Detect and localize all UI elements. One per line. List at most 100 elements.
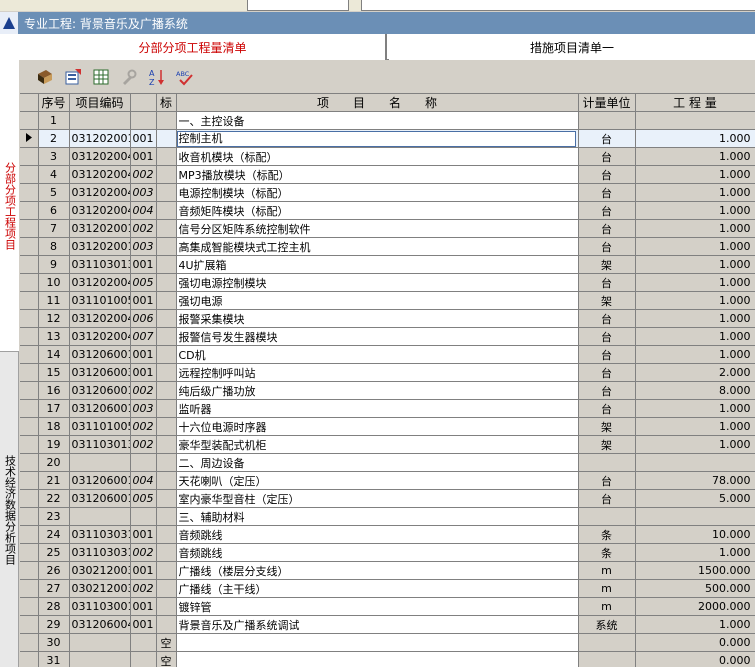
row-indicator[interactable] (20, 255, 39, 274)
header-unit[interactable]: 计量单位 (578, 93, 636, 112)
cell-mark[interactable] (156, 111, 177, 130)
cell-qty[interactable] (635, 111, 755, 130)
cell-unit[interactable]: 架 (578, 435, 636, 454)
tab-measures-list[interactable]: 措施项目清单一 (389, 34, 755, 60)
cell-name[interactable]: 广播线（楼层分支线） (176, 561, 579, 580)
cell-seq[interactable]: 18 (38, 417, 70, 436)
cell-name[interactable]: 音频跳线 (176, 543, 579, 562)
cell-code[interactable]: 031103031 (69, 543, 131, 562)
row-indicator[interactable] (20, 165, 39, 184)
table-row[interactable]: 15 031206003 001 远程控制呼叫站台 2.000 (20, 363, 755, 382)
cell-qty[interactable]: 1.000 (635, 147, 755, 166)
cell-seq[interactable]: 10 (38, 273, 70, 292)
cell-unit[interactable]: 台 (578, 219, 636, 238)
cell-seq[interactable]: 14 (38, 345, 70, 364)
cell-seq[interactable]: 13 (38, 327, 70, 346)
cell-nature[interactable]: 001 (130, 363, 157, 382)
cell-seq[interactable]: 1 (38, 111, 70, 130)
row-indicator[interactable] (20, 345, 39, 364)
row-indicator[interactable] (20, 237, 39, 256)
cell-unit[interactable]: 台 (578, 381, 636, 400)
cell-name[interactable]: CD机 (176, 345, 579, 364)
cell-nature[interactable]: 004 (130, 201, 157, 220)
cell-name[interactable]: 天花喇叭（定压） (176, 471, 579, 490)
table-row[interactable]: 13 031202004 007 报警信号发生器模块台 1.000 (20, 327, 755, 346)
side-tab-subitems[interactable]: 分部分项工程项目 (0, 60, 19, 352)
cell-mark[interactable] (156, 597, 177, 616)
table-row[interactable]: 6 031202004 004 音频矩阵模块（标配）台 1.000 (20, 201, 755, 220)
cell-seq[interactable]: 5 (38, 183, 70, 202)
header-name[interactable]: 项 目 名 称 (176, 93, 579, 112)
cell-mark[interactable] (156, 381, 177, 400)
cell-seq[interactable]: 7 (38, 219, 70, 238)
cell-nature[interactable]: 001 (130, 255, 157, 274)
row-indicator[interactable] (20, 273, 39, 292)
cell-unit[interactable]: 台 (578, 273, 636, 292)
row-indicator[interactable] (20, 183, 39, 202)
cell-nature[interactable]: 001 (130, 147, 157, 166)
cell-code[interactable]: 031206001 (69, 381, 131, 400)
cell-seq[interactable]: 22 (38, 489, 70, 508)
cell-qty[interactable]: 500.000 (635, 579, 755, 598)
table-row[interactable]: 14 031206001 001 CD机台 1.000 (20, 345, 755, 364)
cell-mark[interactable] (156, 237, 177, 256)
cell-qty[interactable] (635, 453, 755, 472)
row-indicator[interactable] (20, 381, 39, 400)
cell-qty[interactable]: 2.000 (635, 363, 755, 382)
row-indicator[interactable] (20, 525, 39, 544)
row-indicator[interactable] (20, 435, 39, 454)
cell-code[interactable]: 031206004 (69, 615, 131, 634)
row-indicator[interactable] (20, 129, 39, 148)
cell-seq[interactable]: 8 (38, 237, 70, 256)
cell-code[interactable]: 031202004 (69, 183, 131, 202)
table-row[interactable]: 3 031202004 001 收音机模块（标配）台 1.000 (20, 147, 755, 166)
cell-code[interactable]: 031101005 (69, 291, 131, 310)
cell-seq[interactable]: 11 (38, 291, 70, 310)
cell-unit[interactable] (578, 453, 636, 472)
cell-qty[interactable]: 0.000 (635, 633, 755, 652)
row-indicator[interactable] (20, 561, 39, 580)
cell-nature[interactable]: 004 (130, 471, 157, 490)
cell-unit[interactable]: 架 (578, 255, 636, 274)
table-row[interactable]: 5 031202004 003 电源控制模块（标配）台 1.000 (20, 183, 755, 202)
cell-code[interactable]: 031101005 (69, 417, 131, 436)
cell-qty[interactable]: 1.000 (635, 129, 755, 148)
row-indicator[interactable] (20, 309, 39, 328)
cell-unit[interactable]: 台 (578, 309, 636, 328)
cell-code[interactable]: 031202001 (69, 129, 131, 148)
cell-code[interactable]: 030212003 (69, 579, 131, 598)
table-row[interactable]: 29 031206004 001 背景音乐及广播系统调试 系统 1.000 (20, 615, 755, 634)
cell-unit[interactable]: 台 (578, 165, 636, 184)
cell-unit[interactable]: 架 (578, 417, 636, 436)
row-indicator[interactable] (20, 219, 39, 238)
cell-mark[interactable] (156, 309, 177, 328)
header-qty[interactable]: 工 程 量 (635, 93, 755, 112)
cell-qty[interactable]: 78.000 (635, 471, 755, 490)
table-row[interactable]: 11 031101005 001 强切电源架 1.000 (20, 291, 755, 310)
cell-seq[interactable]: 25 (38, 543, 70, 562)
book-icon[interactable] (34, 66, 56, 88)
cell-qty[interactable]: 10.000 (635, 525, 755, 544)
cell-code[interactable]: 031206001 (69, 345, 131, 364)
cell-name[interactable]: 信号分区矩阵系统控制软件 (176, 219, 579, 238)
table-row[interactable]: 25 031103031 002 音频跳线条 1.000 (20, 543, 755, 562)
cell-qty[interactable]: 1.000 (635, 345, 755, 364)
cell-name[interactable]: 音频矩阵模块（标配） (176, 201, 579, 220)
cell-seq[interactable]: 12 (38, 309, 70, 328)
cell-seq[interactable]: 30 (38, 633, 70, 652)
cell-qty[interactable]: 1.000 (635, 399, 755, 418)
cell-code[interactable]: 031206003 (69, 363, 131, 382)
row-indicator[interactable] (20, 453, 39, 472)
cell-nature[interactable] (130, 111, 157, 130)
row-indicator[interactable] (20, 327, 39, 346)
cell-qty[interactable]: 1.000 (635, 417, 755, 436)
cell-qty[interactable]: 0.000 (635, 651, 755, 667)
cell-qty[interactable]: 1.000 (635, 183, 755, 202)
cell-seq[interactable]: 2 (38, 129, 70, 148)
sort-az-icon[interactable]: A Z (146, 66, 168, 88)
cell-mark[interactable] (156, 255, 177, 274)
cell-seq[interactable]: 6 (38, 201, 70, 220)
table-row[interactable]: 26 030212003 001 广播线（楼层分支线） m 1500.000 (20, 561, 755, 580)
cell-mark[interactable] (156, 543, 177, 562)
cell-nature[interactable]: 002 (130, 435, 157, 454)
